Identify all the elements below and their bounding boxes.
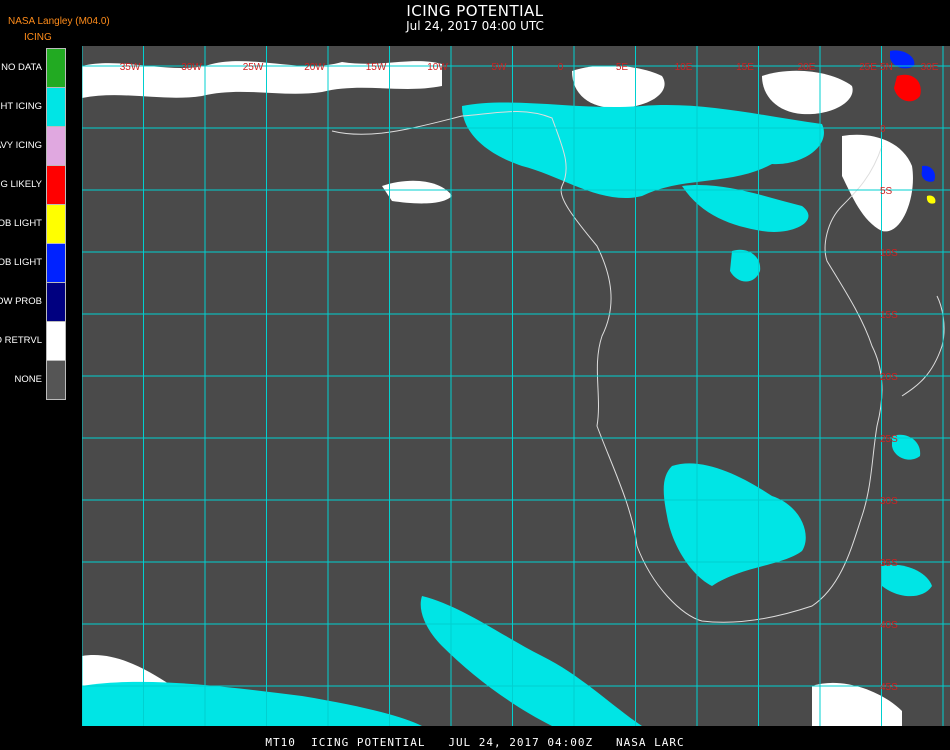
lon-label: 25W bbox=[243, 62, 264, 73]
chart-title: ICING POTENTIAL bbox=[406, 2, 544, 20]
legend-swatch bbox=[46, 87, 66, 127]
legend-label: NO RETRVL bbox=[0, 334, 42, 346]
legend-item-no-data: NO DATA bbox=[0, 48, 66, 88]
legend-item-heavy-icing: HEAVY ICING bbox=[0, 126, 66, 166]
legend-label: NONE bbox=[14, 373, 42, 385]
legend-item-mog-likely: MOG LIKELY bbox=[0, 165, 66, 205]
lon-label: 20W bbox=[304, 62, 325, 73]
legend-label: HI PROB LIGHT bbox=[0, 217, 42, 229]
legend-swatch bbox=[46, 282, 66, 322]
legend-item-no-retrvl: NO RETRVL bbox=[0, 321, 66, 361]
legend-swatch bbox=[46, 321, 66, 361]
lon-label: 20E bbox=[798, 62, 816, 73]
icing-map: 35W 30W 25W 20W 15W 10W 5W 0 5E 10E 15E 20E 25E 30E 35… bbox=[82, 46, 950, 726]
legend-item-night-icing: NIGHT ICING bbox=[0, 87, 66, 127]
lon-label: 25E bbox=[859, 62, 877, 73]
legend-title: ICING bbox=[24, 32, 52, 43]
lon-label: 30E bbox=[921, 62, 939, 73]
legend-label: LOW PROB bbox=[0, 295, 42, 307]
legend-label: NIGHT ICING bbox=[0, 100, 42, 112]
lat-label: 30S bbox=[880, 496, 898, 507]
lon-label: 5E bbox=[616, 62, 629, 73]
lat-label: 35S bbox=[880, 558, 898, 569]
source-label: NASA Langley (M04.0) bbox=[8, 16, 110, 27]
lat-label: 15S bbox=[880, 310, 898, 321]
lon-label: 15E bbox=[736, 62, 754, 73]
legend-swatch bbox=[46, 48, 66, 88]
lon-label: 0 bbox=[558, 62, 564, 73]
lat-label: 40S bbox=[880, 620, 898, 631]
chart-date: Jul 24, 2017 04:00 UTC bbox=[406, 19, 544, 33]
legend-swatch bbox=[46, 204, 66, 244]
legend: NO DATA NIGHT ICING HEAVY ICING MOG LIKE… bbox=[0, 48, 66, 400]
legend-swatch bbox=[46, 243, 66, 283]
legend-item-hi-prob-light: HI PROB LIGHT bbox=[0, 204, 66, 244]
lat-label: 25S bbox=[880, 434, 898, 445]
legend-swatch bbox=[46, 360, 66, 400]
lat-label: 10S bbox=[880, 248, 898, 259]
lat-label: 0 bbox=[880, 124, 886, 135]
lon-label: 15W bbox=[366, 62, 387, 73]
legend-label: MOG LIKELY bbox=[0, 178, 42, 190]
footer-caption: MT10 ICING POTENTIAL JUL 24, 2017 04:00Z… bbox=[265, 736, 685, 749]
lon-label: 10W bbox=[427, 62, 448, 73]
legend-swatch bbox=[46, 126, 66, 166]
legend-item-low-prob: LOW PROB bbox=[0, 282, 66, 322]
legend-item-none: NONE bbox=[0, 360, 66, 400]
lon-label: 35W bbox=[120, 62, 141, 73]
legend-label: NO DATA bbox=[1, 61, 42, 73]
lat-label: 5N bbox=[880, 62, 893, 73]
lat-label: 20S bbox=[880, 372, 898, 383]
lon-label: 30W bbox=[181, 62, 202, 73]
legend-swatch bbox=[46, 165, 66, 205]
lat-label: 45S bbox=[880, 682, 898, 693]
legend-item-lo-prob-light: LO PROB LIGHT bbox=[0, 243, 66, 283]
lon-label: 10E bbox=[675, 62, 693, 73]
legend-label: LO PROB LIGHT bbox=[0, 256, 42, 268]
lon-label: 5W bbox=[492, 62, 508, 73]
legend-label: HEAVY ICING bbox=[0, 139, 42, 151]
lat-label: 5S bbox=[880, 186, 893, 197]
